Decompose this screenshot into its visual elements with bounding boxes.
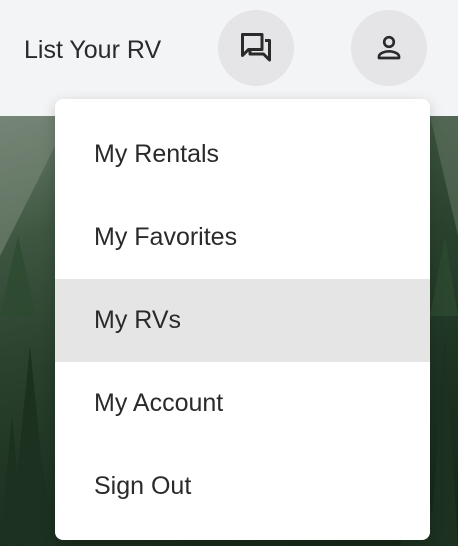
user-icon	[377, 35, 401, 60]
messages-button[interactable]	[218, 10, 294, 86]
profile-button[interactable]	[351, 10, 427, 86]
menu-item-my-rentals[interactable]: My Rentals	[55, 113, 430, 196]
menu-item-my-rvs[interactable]: My RVs	[55, 279, 430, 362]
list-your-rv-link[interactable]: List Your RV	[24, 32, 161, 68]
menu-item-my-account[interactable]: My Account	[55, 362, 430, 445]
chat-bubbles-icon	[241, 33, 271, 62]
menu-item-my-favorites[interactable]: My Favorites	[55, 196, 430, 279]
account-dropdown-menu: My Rentals My Favorites My RVs My Accoun…	[55, 99, 430, 540]
menu-item-sign-out[interactable]: Sign Out	[55, 445, 430, 528]
